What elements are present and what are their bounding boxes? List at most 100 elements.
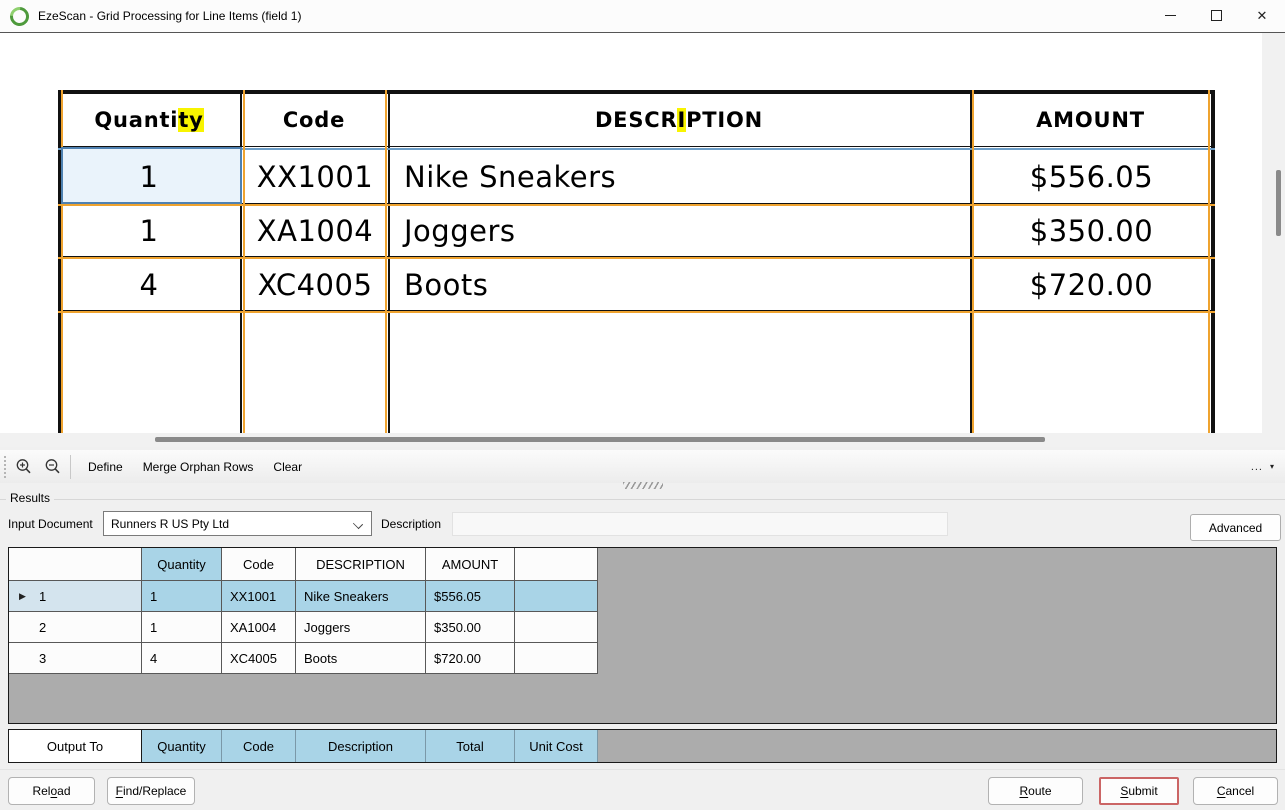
grid-header-quantity[interactable]: Quantity bbox=[142, 548, 222, 581]
reload-button[interactable]: Reload bbox=[8, 777, 95, 805]
doc-cell-amount: $350.00 bbox=[972, 206, 1211, 256]
maximize-button[interactable] bbox=[1193, 0, 1239, 31]
grid-header-amount[interactable]: AMOUNT bbox=[426, 548, 515, 581]
grid-overlay-orange-line bbox=[58, 311, 1215, 313]
doc-header-highlight: I bbox=[677, 108, 686, 132]
submit-button[interactable]: Submit bbox=[1099, 777, 1179, 805]
grid-cell-amount[interactable]: $556.05 bbox=[426, 581, 515, 612]
button-label-part: Rel bbox=[32, 784, 50, 798]
define-menu-item[interactable]: Define bbox=[78, 455, 133, 479]
grid-cell-quantity[interactable]: 1 bbox=[142, 581, 222, 612]
output-to-row: Output To Quantity Code Description Tota… bbox=[8, 729, 1277, 763]
grid-row-2[interactable]: 2 1 XA1004 Joggers $350.00 bbox=[9, 612, 1276, 643]
grid-cell-description[interactable]: Joggers bbox=[296, 612, 426, 643]
grid-cell-quantity[interactable]: 4 bbox=[142, 643, 222, 674]
find-replace-button[interactable]: Find/Replace bbox=[107, 777, 195, 805]
grid-row-3[interactable]: 3 4 XC4005 Boots $720.00 bbox=[9, 643, 1276, 674]
document-viewer[interactable]: Quantity Code DESCRIPTION AMOUNT 1 XX100… bbox=[0, 33, 1262, 433]
grid-cell-code[interactable]: XA1004 bbox=[222, 612, 296, 643]
ezescan-window: EzeScan - Grid Processing for Line Items… bbox=[0, 0, 1285, 810]
doc-header-text: PTION bbox=[686, 108, 763, 132]
doc-cell-amount: $720.00 bbox=[972, 259, 1211, 310]
grid-header-row: Quantity Code DESCRIPTION AMOUNT bbox=[9, 548, 1276, 581]
results-grid: Quantity Code DESCRIPTION AMOUNT ▶ 1 1 X… bbox=[8, 547, 1277, 724]
zoom-in-icon bbox=[15, 458, 32, 475]
button-label-part: ad bbox=[57, 784, 70, 798]
grid-cell-empty[interactable] bbox=[515, 643, 598, 674]
grid-row-header[interactable]: 3 bbox=[9, 643, 142, 674]
grid-cell-description[interactable]: Nike Sneakers bbox=[296, 581, 426, 612]
titlebar: EzeScan - Grid Processing for Line Items… bbox=[0, 0, 1285, 33]
close-button[interactable]: ✕ bbox=[1239, 0, 1285, 31]
toolbar-overflow[interactable]: ... ▾ bbox=[1251, 450, 1275, 483]
advanced-button[interactable]: Advanced bbox=[1190, 514, 1281, 541]
bottom-divider bbox=[0, 769, 1285, 770]
grid-header-code[interactable]: Code bbox=[222, 548, 296, 581]
input-document-label: Input Document bbox=[8, 517, 93, 531]
doc-header-code: Code bbox=[240, 94, 388, 146]
toolbar-grip[interactable] bbox=[4, 456, 6, 478]
button-accelerator: R bbox=[1019, 784, 1028, 798]
zoom-in-button[interactable] bbox=[11, 455, 35, 479]
grid-cell-quantity[interactable]: 1 bbox=[142, 612, 222, 643]
doc-cell-description: Nike Sneakers bbox=[390, 150, 984, 203]
grid-cell-description[interactable]: Boots bbox=[296, 643, 426, 674]
cancel-button[interactable]: Cancel bbox=[1193, 777, 1278, 805]
minimize-icon bbox=[1165, 15, 1176, 16]
button-accelerator: o bbox=[50, 784, 57, 798]
ellipsis-icon: ... bbox=[1251, 461, 1263, 473]
zoom-out-icon bbox=[44, 458, 61, 475]
doc-cell-code: XC4005 bbox=[242, 259, 388, 310]
button-accelerator: S bbox=[1120, 784, 1128, 798]
grid-row-header[interactable]: ▶ 1 bbox=[9, 581, 142, 612]
output-field-unit-cost[interactable]: Unit Cost bbox=[515, 730, 598, 762]
grid-cell-code[interactable]: XX1001 bbox=[222, 581, 296, 612]
grid-row-1[interactable]: ▶ 1 1 XX1001 Nike Sneakers $556.05 bbox=[9, 581, 1276, 612]
button-accelerator: F bbox=[116, 784, 123, 798]
description-label: Description bbox=[381, 517, 441, 531]
input-document-value: Runners R US Pty Ltd bbox=[111, 517, 229, 531]
grid-cell-amount[interactable]: $350.00 bbox=[426, 612, 515, 643]
grid-cell-amount[interactable]: $720.00 bbox=[426, 643, 515, 674]
results-groupbox-line bbox=[0, 499, 1285, 500]
doc-header-text: DESCR bbox=[595, 108, 677, 132]
grid-header-empty bbox=[515, 548, 598, 581]
row-indicator-icon: ▶ bbox=[19, 591, 26, 602]
grid-cell-empty[interactable] bbox=[515, 581, 598, 612]
doc-cell-quantity: 1 bbox=[58, 150, 240, 203]
output-field-quantity[interactable]: Quantity bbox=[142, 730, 222, 762]
vertical-scrollbar[interactable] bbox=[1262, 33, 1285, 447]
minimize-button[interactable] bbox=[1147, 0, 1193, 31]
merge-orphan-rows-menu-item[interactable]: Merge Orphan Rows bbox=[133, 455, 264, 479]
chevron-down-icon: ▾ bbox=[1270, 462, 1275, 471]
grid-row-header[interactable]: 2 bbox=[9, 612, 142, 643]
output-field-description[interactable]: Description bbox=[296, 730, 426, 762]
button-label-part: ind/Replace bbox=[123, 784, 186, 798]
horizontal-scrollbar[interactable] bbox=[0, 433, 1262, 447]
grid-cell-empty[interactable] bbox=[515, 612, 598, 643]
zoom-out-button[interactable] bbox=[40, 455, 64, 479]
horizontal-scrollbar-thumb[interactable] bbox=[155, 437, 1045, 442]
doc-cell-description: Joggers bbox=[390, 206, 984, 256]
output-field-total[interactable]: Total bbox=[426, 730, 515, 762]
doc-cell-quantity: 1 bbox=[58, 206, 240, 256]
vertical-scrollbar-thumb[interactable] bbox=[1276, 170, 1281, 236]
chevron-down-icon bbox=[353, 519, 363, 529]
input-document-combobox[interactable]: Runners R US Pty Ltd bbox=[103, 511, 372, 536]
doc-header-highlight: ty bbox=[178, 108, 203, 132]
clear-menu-item[interactable]: Clear bbox=[263, 455, 312, 479]
grid-toolbar: Define Merge Orphan Rows Clear ... ▾ bbox=[0, 450, 1285, 483]
grid-cell-code[interactable]: XC4005 bbox=[222, 643, 296, 674]
button-label-part: oute bbox=[1028, 784, 1051, 798]
splitter-grip[interactable] bbox=[623, 482, 663, 489]
doc-border bbox=[1211, 90, 1215, 433]
description-field[interactable] bbox=[452, 512, 948, 536]
row-number: 1 bbox=[39, 589, 46, 604]
output-field-code[interactable]: Code bbox=[222, 730, 296, 762]
grid-header-description[interactable]: DESCRIPTION bbox=[296, 548, 426, 581]
doc-header-text: Code bbox=[283, 108, 345, 132]
button-label-part: ancel bbox=[1225, 784, 1254, 798]
route-button[interactable]: Route bbox=[988, 777, 1083, 805]
scanned-document-table: Quantity Code DESCRIPTION AMOUNT 1 XX100… bbox=[58, 90, 1215, 433]
doc-cell-quantity: 4 bbox=[58, 259, 240, 310]
